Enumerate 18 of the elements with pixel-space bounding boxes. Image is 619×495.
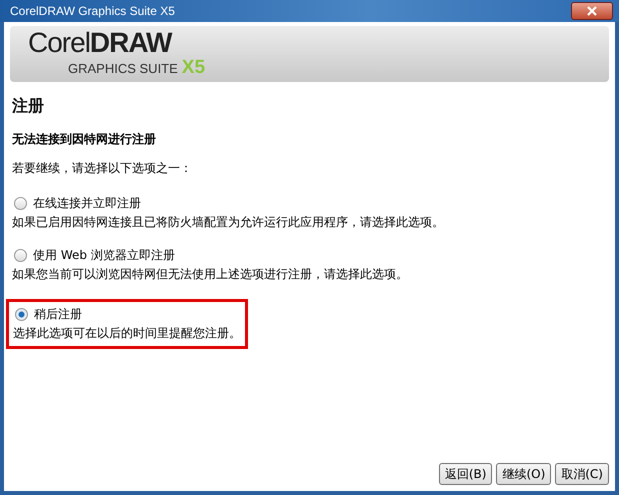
dialog-button[interactable]: 取消(C): [555, 463, 609, 485]
dialog-button[interactable]: 继续(O): [496, 463, 552, 485]
close-button[interactable]: [571, 2, 613, 20]
window-title: CorelDRAW Graphics Suite X5: [10, 4, 175, 18]
brand-logo: CorelDRAW: [28, 29, 174, 57]
option-description: 如果您当前可以浏览因特网但无法使用上述选项进行注册，请选择此选项。: [12, 266, 408, 283]
radio-option[interactable]: 使用 Web 浏览器立即注册: [12, 247, 408, 264]
instruction-text: 若要继续，请选择以下选项之一：: [12, 160, 193, 177]
option-description: 选择此选项可在以后的时间里提醒您注册。: [13, 325, 241, 342]
radio-option[interactable]: 稍后注册: [13, 306, 241, 323]
page-heading: 注册: [12, 96, 45, 117]
dialog-button[interactable]: 返回(B): [438, 463, 492, 485]
option-description: 如果已启用因特网连接且已将防火墙配置为允许运行此应用程序，请选择此选项。: [12, 214, 444, 231]
version-label: X5: [182, 57, 206, 79]
close-icon: [587, 6, 597, 16]
error-heading: 无法连接到因特网进行注册: [12, 131, 157, 148]
radio-option[interactable]: 在线连接并立即注册: [12, 195, 444, 212]
suite-name: GRAPHICS SUITE: [68, 61, 178, 76]
